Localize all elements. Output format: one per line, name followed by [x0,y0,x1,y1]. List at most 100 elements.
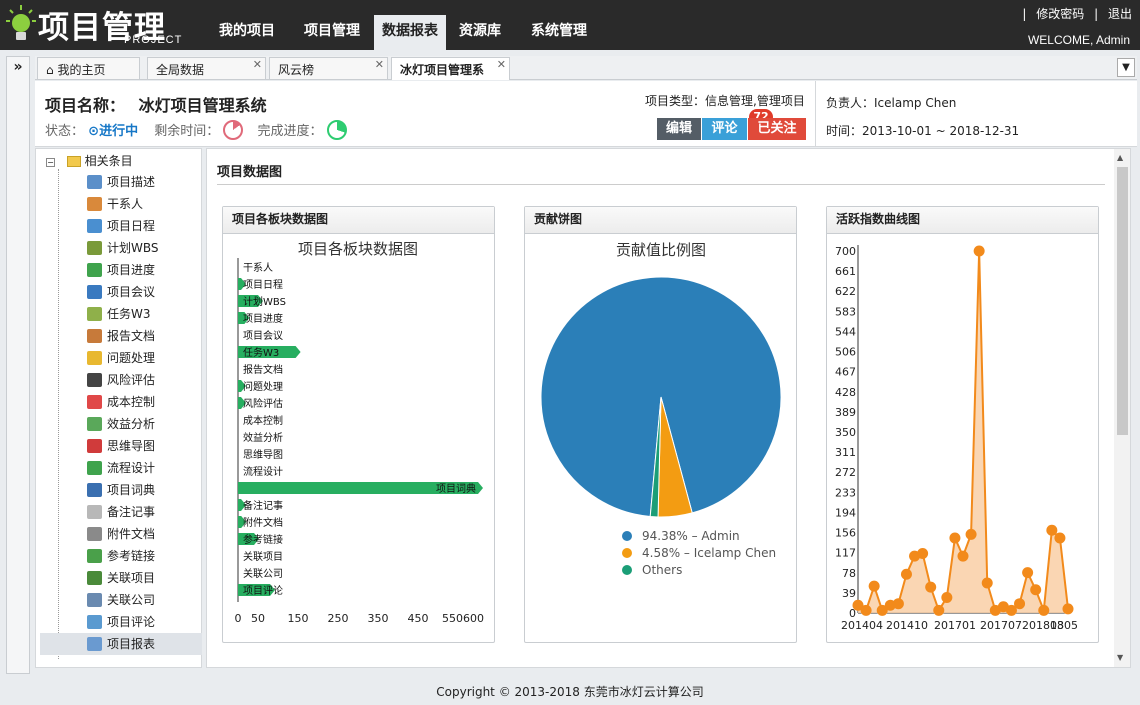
progress-label: 完成进度： [257,124,323,139]
tree-item[interactable]: 成本控制 [40,391,202,413]
tree-item[interactable]: 风险评估 [40,369,202,391]
x-tick-label: 150 [288,612,309,625]
tree-item-label: 风险评估 [107,373,156,387]
tree-item[interactable]: 报告文档 [40,325,202,347]
divider [815,81,816,147]
tree-item[interactable]: 计划WBS [40,237,202,259]
y-tick-label: 622 [835,285,856,298]
related-items-tree: − 相关条目 项目描述 干系人项目日程计划WBS 项目进度 项目会议 任务W3 报告文档问… [35,148,202,668]
sidebar-expand-button[interactable]: » [6,56,30,674]
vertical-scrollbar[interactable]: ▲ ▼ [1114,149,1130,667]
tree-item-label: 流程设计 [107,461,156,475]
tree-item-icon [87,197,102,211]
tab-current-project[interactable]: 冰灯项目管理系 ✕ [391,57,510,80]
bar-label: 附件文档 [243,516,283,529]
period-value: 2013-10-01 ~ 2018-12-31 [862,124,1020,138]
separator: | [1094,7,1099,21]
tree-item-icon [87,373,102,387]
tree-item-label: 参考链接 [107,549,156,563]
x-tick-label: 250 [328,612,349,625]
y-tick-label: 233 [835,486,856,499]
tree-item-icon [87,461,102,475]
scroll-up-icon[interactable]: ▲ [1117,153,1123,162]
tab-leaderboard[interactable]: 风云榜 ✕ [269,57,388,79]
tree-item[interactable]: 思维导图 [40,435,202,457]
bar-label: 项目日程 [243,279,283,291]
tree-item[interactable]: 问题处理 [40,347,202,369]
tab-menu-button[interactable]: ▼ [1117,58,1135,77]
y-tick-label: 350 [835,426,856,439]
tree-item[interactable]: 项目日程 [40,215,202,237]
data-point [1062,603,1074,615]
follow-button[interactable]: 已关注 [748,118,806,140]
tree-item-icon [87,615,102,629]
nav-my-projects[interactable]: 我的项目 [206,15,288,50]
tree-item-icon [87,307,102,321]
tree-item-icon [87,505,102,519]
project-type: 项目类型：信息管理,管理项目 [645,92,805,109]
nav-project-management[interactable]: 项目管理 [292,15,372,50]
bar-label: 项目会议 [243,329,283,342]
double-chevron-down-icon: ▼ [1122,62,1130,73]
tree-item[interactable]: 效益分析 [40,413,202,435]
owner-name: Icelamp Chen [874,96,957,110]
tree-item[interactable]: 任务W3 [40,303,202,325]
close-icon[interactable]: ✕ [375,58,384,71]
folder-icon [66,156,81,167]
scroll-down-icon[interactable]: ▼ [1117,653,1123,662]
tree-item[interactable]: 关联公司 [40,589,202,611]
top-bar: 项目管理 PROJECT 我的项目 项目管理 数据报表 资源库 系统管理 | 修… [0,0,1140,50]
tab-bar: ⌂ 我的主页 全局数据 ✕ 风云榜 ✕ 冰灯项目管理系 ✕ ▼ [35,56,1137,80]
nav-resources[interactable]: 资源库 [450,15,510,50]
tree-item-label: 项目词典 [107,483,156,497]
tab-global-data[interactable]: 全局数据 ✕ [147,57,266,79]
scrollbar-thumb[interactable] [1117,167,1128,435]
tree-item[interactable]: 项目描述 [40,171,202,193]
tree-item[interactable]: 项目词典 [40,479,202,501]
data-point [925,581,937,593]
app-logo[interactable]: 项目管理 PROJECT [6,4,186,48]
y-tick-label: 311 [835,446,856,459]
tree-item-icon [87,329,102,343]
collapse-icon[interactable]: − [46,158,55,167]
status-row: 状态： ⊙进行中 剩余时间： 完成进度： [45,119,347,142]
tree-item[interactable]: 参考链接 [40,545,202,567]
bar-label: 报告文档 [243,363,283,376]
x-tick-label: 50 [251,612,265,625]
change-password-link[interactable]: 修改密码 [1036,7,1084,21]
data-point [1014,598,1026,610]
tree-item[interactable]: 流程设计 [40,457,202,479]
data-point [1046,524,1058,536]
tree-item-icon [87,571,102,585]
nav-system-management[interactable]: 系统管理 [518,15,600,50]
edit-button[interactable]: 编辑 [657,118,701,140]
close-icon[interactable]: ✕ [253,58,262,71]
tree-item-label: 关联公司 [107,593,156,607]
tree-item[interactable]: 关联项目 [40,567,202,589]
tree-item[interactable]: 项目报表 [40,633,202,655]
bar-label: 项目评论 [243,584,283,597]
logout-link[interactable]: 退出 [1108,7,1132,21]
tree-item-icon [87,593,102,607]
comment-button[interactable]: 评论 [702,118,747,140]
data-point [949,532,961,544]
y-tick-label: 544 [835,325,856,338]
tree-item[interactable]: 备注记事 [40,501,202,523]
project-type-label: 项目类型： [645,94,706,108]
project-header: 项目名称： 冰灯项目管理系统 状态： ⊙进行中 剩余时间： 完成进度： 项目类型… [35,81,1137,147]
tab-home[interactable]: ⌂ 我的主页 [37,57,140,79]
y-tick-label: 78 [842,567,856,580]
progress-ring [326,119,347,140]
tree-item[interactable]: 附件文档 [40,523,202,545]
tree-item[interactable]: 项目进度 [40,259,202,281]
remaining-time-label: 剩余时间： [154,124,220,139]
legend-label: 4.58% – Icelamp Chen [642,546,776,560]
tree-root[interactable]: − 相关条目 [46,152,133,169]
tree-item[interactable]: 干系人 [40,193,202,215]
nav-data-reports[interactable]: 数据报表 [374,15,446,50]
y-tick-label: 700 [835,245,856,258]
tree-item-label: 项目日程 [107,219,156,233]
tree-item[interactable]: 项目会议 [40,281,202,303]
close-icon[interactable]: ✕ [497,58,506,71]
tree-item[interactable]: 项目评论 [40,611,202,633]
